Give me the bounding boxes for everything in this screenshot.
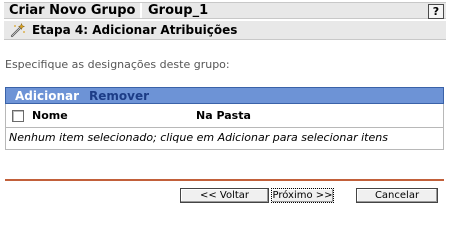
select-all-checkbox[interactable]	[12, 109, 24, 122]
footer-divider	[5, 179, 444, 181]
wizard-page: Criar Novo Grupo Group_1 ? Etapa 4: Adic…	[0, 0, 450, 208]
step-title: Etapa 4: Adicionar Atribuições	[32, 23, 238, 37]
column-header-name[interactable]: Nome	[32, 109, 196, 122]
group-name: Group_1	[148, 3, 209, 18]
empty-list-message: Nenhum item selecionado; clique em Adici…	[5, 128, 444, 150]
back-button[interactable]: << Voltar	[180, 188, 269, 203]
column-header-folder[interactable]: Na Pasta	[196, 109, 251, 122]
wand-icon	[10, 22, 26, 38]
remove-link[interactable]: Remover	[89, 89, 149, 103]
instructions-text: Especifique as designações deste grupo:	[5, 58, 230, 71]
help-button[interactable]: ?	[428, 4, 444, 19]
list-action-bar: Adicionar Remover	[5, 87, 444, 104]
cancel-button[interactable]: Cancelar	[356, 188, 438, 203]
next-button[interactable]: Próximo >>	[271, 188, 334, 203]
title-bar: Criar Novo Grupo Group_1 ?	[4, 2, 446, 19]
table-header: Nome Na Pasta	[5, 104, 444, 128]
add-link[interactable]: Adicionar	[15, 89, 79, 103]
page-title: Criar Novo Grupo	[4, 3, 142, 18]
step-header: Etapa 4: Adicionar Atribuições	[4, 21, 446, 40]
